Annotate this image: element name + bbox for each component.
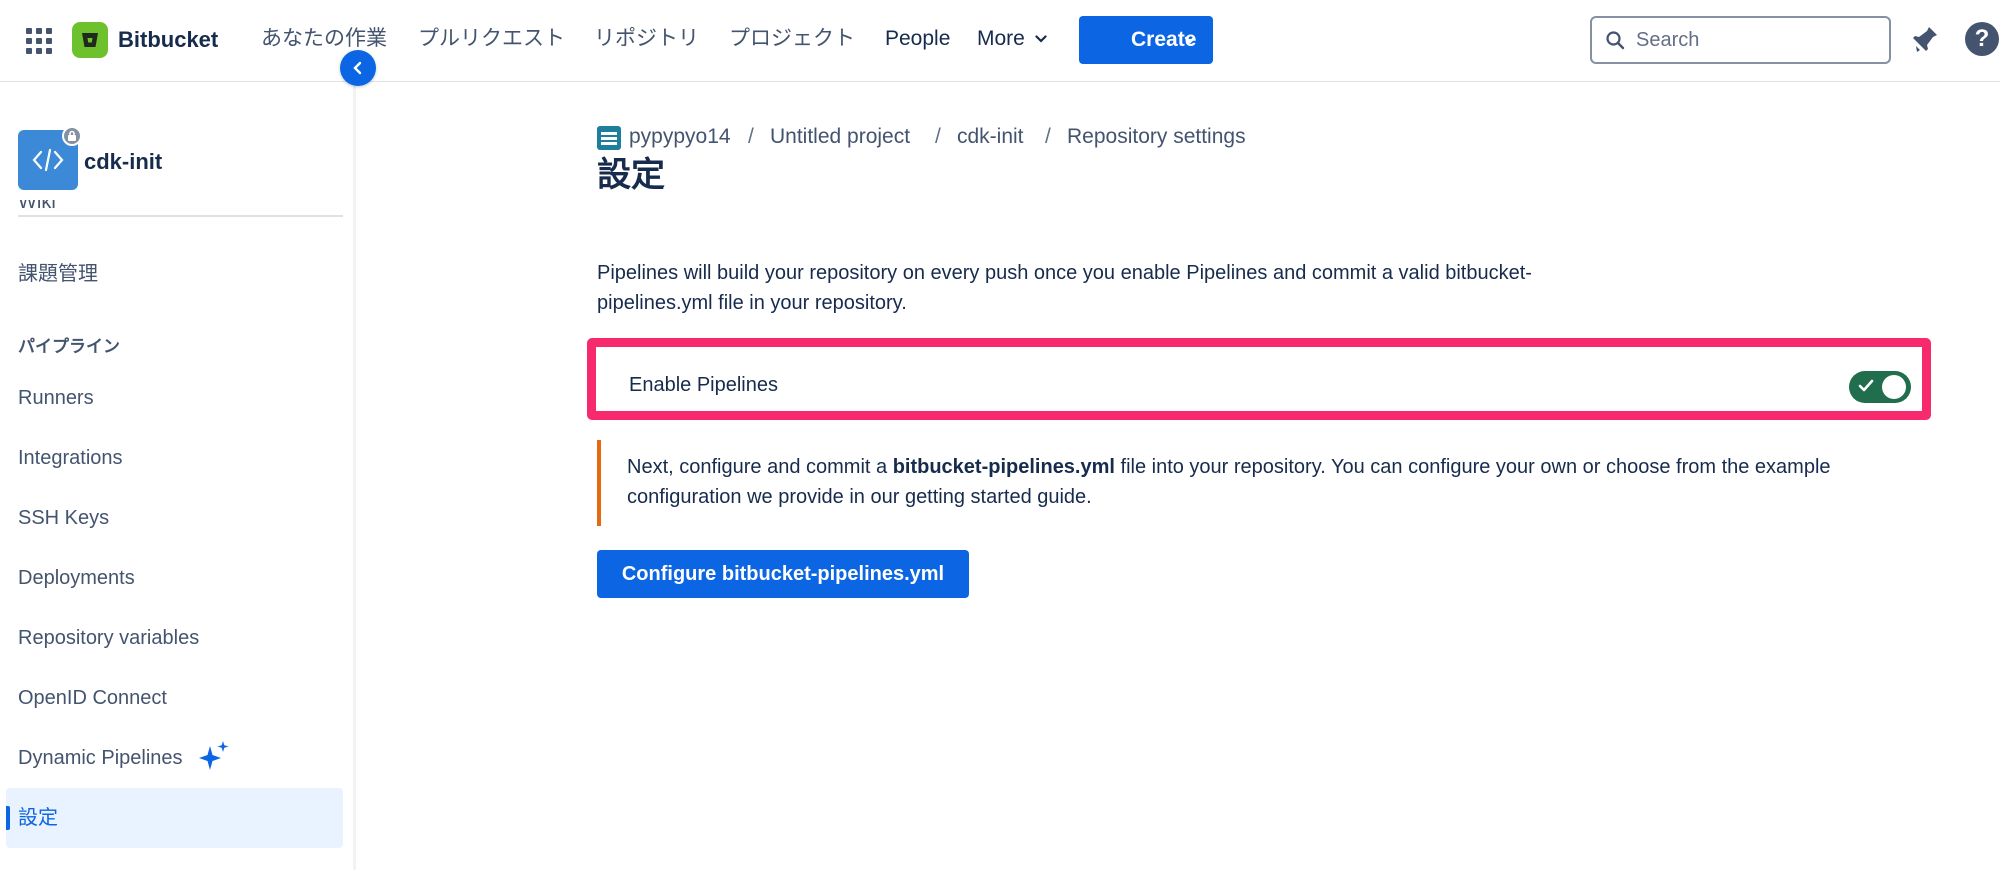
breadcrumb-separator: / [1045, 125, 1051, 148]
sparkle-icon [199, 741, 229, 770]
sidebar-item-repository-variables[interactable]: Repository variables [18, 625, 199, 651]
breadcrumb-workspace[interactable]: pypypyo14 [629, 124, 731, 150]
sidebar-item-settings-label: 設定 [18, 807, 58, 829]
chevron-down-icon [1035, 35, 1047, 44]
breadcrumb-separator: / [935, 125, 941, 148]
help-icon[interactable]: ? [1965, 22, 1999, 56]
sidebar-item-ssh-keys[interactable]: SSH Keys [18, 505, 109, 531]
nav-projects[interactable]: プロジェクト [729, 24, 855, 54]
nav-more[interactable]: More [977, 24, 1047, 54]
search-placeholder: Search [1636, 29, 1700, 51]
nav-more-label: More [977, 27, 1025, 50]
collapse-sidebar-button[interactable] [340, 50, 376, 86]
sidebar-section-pipelines: パイプライン [18, 337, 120, 356]
top-navigation-bar: Bitbucket あなたの作業 プルリクエスト リポジトリ プロジェクト Pe… [0, 0, 2000, 82]
code-icon [32, 148, 64, 172]
search-input[interactable]: Search [1590, 16, 1891, 64]
sidebar-item-openid-connect[interactable]: OpenID Connect [18, 685, 167, 711]
nav-your-work[interactable]: あなたの作業 [261, 24, 387, 54]
bitbucket-logo-icon[interactable] [72, 22, 108, 58]
breadcrumb-separator: / [748, 125, 754, 148]
breadcrumb-repository-settings[interactable]: Repository settings [1067, 124, 1246, 150]
nav-pull-requests[interactable]: プルリクエスト [418, 24, 565, 54]
nav-people[interactable]: People [885, 24, 950, 54]
search-icon [1606, 31, 1625, 50]
nav-repositories[interactable]: リポジトリ [594, 24, 699, 54]
breadcrumb-project[interactable]: Untitled project [770, 124, 910, 150]
active-indicator [6, 806, 10, 830]
sidebar-item-settings[interactable]: 設定 [6, 788, 343, 848]
enable-pipelines-toggle[interactable] [1849, 371, 1911, 403]
toggle-knob [1882, 375, 1906, 399]
lock-icon [62, 126, 82, 146]
configure-pipelines-button[interactable]: Configure bitbucket-pipelines.yml [597, 550, 969, 598]
notice-filename: bitbucket-pipelines.yml [892, 456, 1115, 478]
repository-name[interactable]: cdk-init [84, 148, 162, 176]
enable-pipelines-row: Enable Pipelines [587, 338, 1931, 420]
sidebar-item-deployments[interactable]: Deployments [18, 565, 135, 591]
chevron-down-icon [1184, 36, 1196, 44]
sidebar-item-issues[interactable]: 課題管理 [18, 261, 98, 287]
sidebar-item-runners[interactable]: Runners [18, 385, 94, 411]
enable-pipelines-label: Enable Pipelines [629, 374, 778, 396]
project-icon [597, 126, 621, 150]
check-icon [1858, 379, 1874, 392]
chevron-left-icon [353, 61, 362, 75]
create-button[interactable]: Create [1079, 16, 1213, 64]
sidebar-item-dynamic-pipelines[interactable]: Dynamic Pipelines [18, 745, 183, 771]
brand-name[interactable]: Bitbucket [118, 26, 218, 54]
sidebar-divider [18, 215, 343, 217]
configure-notice-text: Next, configure and commit a bitbucket-p… [627, 452, 1927, 512]
page-title: 設定 [597, 156, 665, 194]
breadcrumb-repository[interactable]: cdk-init [957, 124, 1024, 150]
notice-text-prefix: Next, configure and commit a [627, 456, 893, 478]
notifications-bell-icon[interactable] [1910, 24, 1940, 61]
sidebar-item-integrations[interactable]: Integrations [18, 445, 123, 471]
pipelines-description: Pipelines will build your repository on … [597, 262, 1532, 314]
sidebar: cdk-init Wiki 課題管理 パイプライン Runners Integr… [0, 82, 356, 870]
sidebar-item-wiki-label: Wiki [18, 200, 56, 213]
app-switcher-icon[interactable] [26, 28, 52, 54]
configure-notice: Next, configure and commit a bitbucket-p… [597, 440, 1937, 526]
sidebar-item-wiki[interactable]: Wiki [18, 200, 118, 214]
